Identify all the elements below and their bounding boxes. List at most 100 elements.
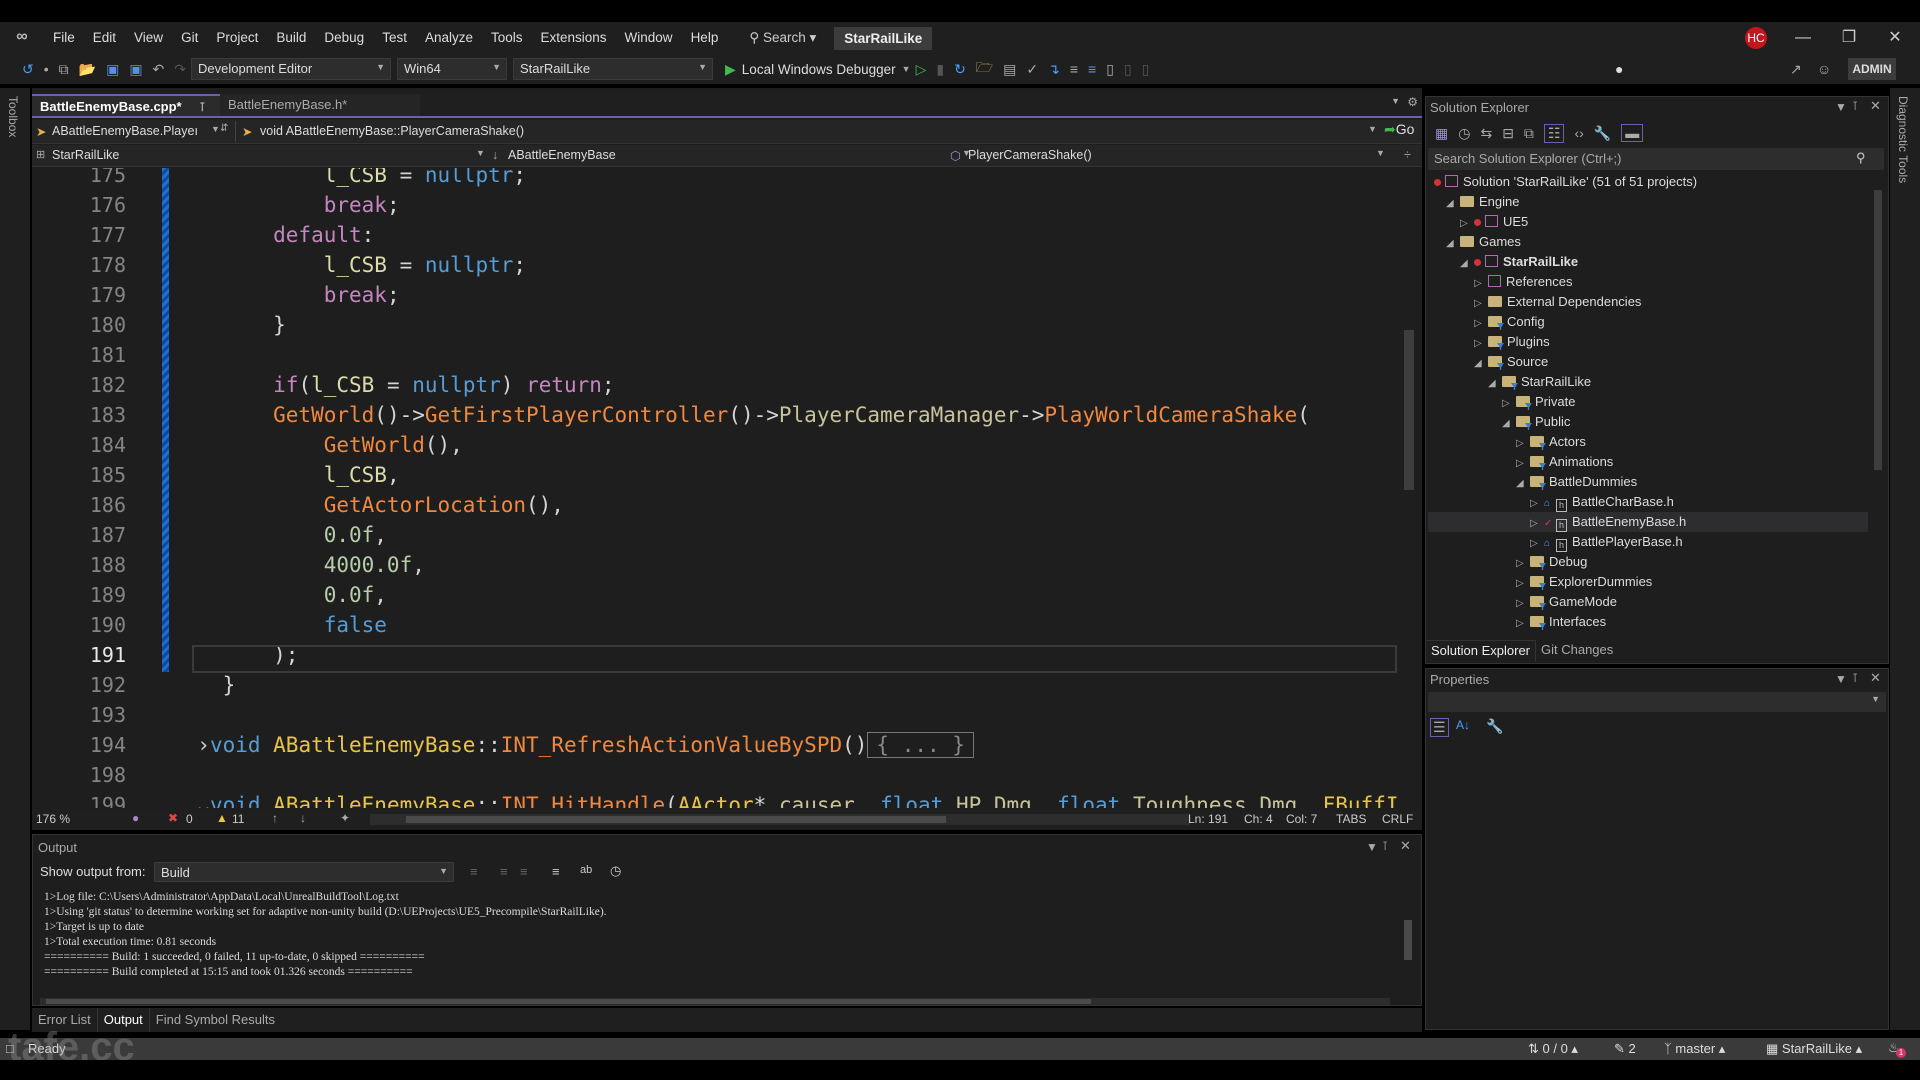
scope-dropdown[interactable]: ➤ ABattleEnemyBase.Playeı ▼ xyxy=(36,121,236,142)
code-line[interactable]: 180 } xyxy=(32,310,1402,340)
solution-folder-icon[interactable]: 🗁 xyxy=(976,57,993,81)
code-line[interactable]: 176 break; xyxy=(32,190,1402,220)
open-file-icon[interactable]: 📂 xyxy=(79,61,96,78)
close-panel-icon[interactable]: ✕ xyxy=(1870,98,1881,114)
expand-arrow-icon[interactable]: ▷ xyxy=(1530,534,1544,554)
startup-project-dropdown[interactable]: StarRailLike ▼ xyxy=(513,58,714,80)
tree-item[interactable]: ▷ Config xyxy=(1428,312,1868,332)
pin-panel-icon[interactable]: ⊺ xyxy=(1852,671,1858,685)
find-message-icon[interactable]: ≡ xyxy=(470,864,478,879)
menu-tools[interactable]: Tools xyxy=(482,22,532,54)
account-avatar[interactable]: HC xyxy=(1745,27,1767,49)
expand-arrow-icon[interactable]: ▷ xyxy=(1516,614,1530,634)
notifications-bell-icon[interactable]: ♨ 1 xyxy=(1888,1040,1906,1058)
menu-extensions[interactable]: Extensions xyxy=(532,22,616,54)
code-line[interactable]: 187 0.0f, xyxy=(32,520,1402,550)
restore-button[interactable]: ❐ xyxy=(1826,22,1872,54)
code-cleanup-icon[interactable]: ✦ xyxy=(340,811,350,825)
expand-arrow-icon[interactable]: ▷ xyxy=(1474,294,1488,314)
output-vertical-scrollbar[interactable] xyxy=(1400,890,1416,990)
previous-issue-icon[interactable]: ↑ xyxy=(272,811,278,825)
git-repository-button[interactable]: ▦ StarRailLike ▴ xyxy=(1766,1041,1862,1057)
cursor-col[interactable]: Col: 7 xyxy=(1286,812,1317,826)
error-count[interactable]: 0 xyxy=(186,812,193,826)
close-window-button[interactable]: ✕ xyxy=(1872,22,1918,54)
prev-message-icon[interactable]: ≡ xyxy=(500,864,508,879)
menu-file[interactable]: File xyxy=(44,22,84,54)
bookmark-icon[interactable]: ▯ xyxy=(1106,61,1114,78)
expand-arrow-icon[interactable]: ▷ xyxy=(1474,314,1488,334)
code-view-icon[interactable]: ‹› xyxy=(1574,125,1583,141)
clear-all-icon[interactable]: ≡ xyxy=(552,864,560,879)
code-line[interactable]: 193 xyxy=(32,700,1402,730)
categorized-icon[interactable]: ☰ xyxy=(1430,718,1449,737)
tab-solution-explorer[interactable]: Solution Explorer xyxy=(1425,640,1536,662)
output-hscroll-thumb[interactable] xyxy=(46,999,1091,1004)
word-wrap-icon[interactable]: ab xyxy=(580,864,592,876)
collapse-all-icon[interactable]: ⊟ xyxy=(1502,125,1514,142)
copilot-icon[interactable]: ● xyxy=(1615,61,1623,77)
tab-find-symbol-results[interactable]: Find Symbol Results xyxy=(150,1008,281,1032)
code-editor[interactable]: 175 l_CSB = nullptr; 176 break; 177 defaul… xyxy=(32,168,1402,808)
git-branch-button[interactable]: ᛉ master ▴ xyxy=(1664,1041,1725,1057)
line-ending-mode[interactable]: CRLF xyxy=(1382,812,1413,826)
pin-panel-icon[interactable]: ⊺ xyxy=(1852,99,1858,113)
go-button[interactable]: ➦Go xyxy=(1384,121,1414,142)
collapsed-region-button[interactable]: { ... } xyxy=(867,732,974,758)
timestamp-icon[interactable]: ◷ xyxy=(610,863,621,879)
collapse-arrow-icon[interactable]: ◢ xyxy=(1446,234,1460,254)
menu-view[interactable]: View xyxy=(125,22,172,54)
tree-item[interactable]: ▷ GameMode xyxy=(1428,592,1868,612)
comment-icon[interactable]: ≡ xyxy=(1088,61,1096,77)
panel-menu-icon[interactable]: ▼ xyxy=(1835,100,1847,114)
tree-item[interactable]: ◢ BattleDummies xyxy=(1428,472,1868,492)
tab-git-changes[interactable]: Git Changes xyxy=(1536,640,1618,662)
split-editor-icon[interactable]: ÷ xyxy=(1404,148,1411,162)
code-line[interactable]: 179 break; xyxy=(32,280,1402,310)
code-line[interactable]: 189 0.0f, xyxy=(32,580,1402,610)
search-icon[interactable]: ⚲ xyxy=(1856,150,1866,166)
solution-configuration-dropdown[interactable]: Development Editor ▼ xyxy=(191,58,392,80)
bookmark-next-icon[interactable]: ▯ xyxy=(1142,61,1150,78)
code-line[interactable]: 188 4000.0f, xyxy=(32,550,1402,580)
tree-item[interactable]: ▷ Actors xyxy=(1428,432,1868,452)
diagnostic-tools-tab[interactable]: Diagnostic Tools xyxy=(1896,96,1910,183)
sync-active-document-icon[interactable]: ⇆ xyxy=(1480,125,1492,142)
collapse-arrow-icon[interactable]: ◢ xyxy=(1460,254,1474,274)
member-dropdown[interactable]: ➤ void ABattleEnemyBase::PlayerCameraSha… xyxy=(242,121,1382,142)
output-scroll-thumb[interactable] xyxy=(1404,920,1412,960)
code-line[interactable]: 185 l_CSB, xyxy=(32,460,1402,490)
output-horizontal-scrollbar[interactable] xyxy=(40,998,1390,1005)
collapse-arrow-icon[interactable]: ◢ xyxy=(1502,414,1516,434)
show-all-files-icon[interactable]: ⧉ xyxy=(1524,125,1534,142)
code-line[interactable]: 181 xyxy=(32,340,1402,370)
next-issue-icon[interactable]: ↓ xyxy=(300,811,306,825)
navigate-back-icon[interactable]: ↺ xyxy=(22,61,34,78)
expand-arrow-icon[interactable]: ▷ xyxy=(1530,514,1544,534)
expand-arrow-icon[interactable]: ▷ xyxy=(1530,494,1544,514)
start-debugging-button[interactable]: ▶ Local Windows Debugger ▼ xyxy=(725,61,911,78)
code-line[interactable]: 182 if(l_CSB = nullptr) return; xyxy=(32,370,1402,400)
tree-item[interactable]: Solution 'StarRailLike' (51 of 51 projec… xyxy=(1428,172,1868,192)
close-panel-icon[interactable]: ✕ xyxy=(1400,838,1411,854)
cursor-char[interactable]: Ch: 4 xyxy=(1244,812,1273,826)
indentation-mode[interactable]: TABS xyxy=(1336,812,1366,826)
pending-changes-button[interactable]: ✎ 2 xyxy=(1614,1041,1636,1057)
new-item-icon[interactable]: ⧉ xyxy=(59,61,69,78)
tree-item[interactable]: ▷ References xyxy=(1428,272,1868,292)
search-button[interactable]: ⚲ Search ▾ xyxy=(739,30,826,46)
code-line[interactable]: 175 l_CSB = nullptr; xyxy=(32,168,1402,190)
collapse-arrow-icon[interactable]: ◢ xyxy=(1474,354,1488,374)
tree-item[interactable]: ▷ Plugins xyxy=(1428,332,1868,352)
expand-arrow-icon[interactable]: ▷ xyxy=(1474,274,1488,294)
collapse-arrow-icon[interactable]: ◢ xyxy=(1488,374,1502,394)
tree-item[interactable]: ▷ Animations xyxy=(1428,452,1868,472)
panel-menu-icon[interactable]: ▼ xyxy=(1366,840,1378,854)
tree-item[interactable]: ▷ ✓ h BattleEnemyBase.h xyxy=(1428,512,1868,532)
menu-debug[interactable]: Debug xyxy=(315,22,373,54)
pin-icon[interactable]: ⊺ xyxy=(199,100,205,114)
pin-panel-icon[interactable]: ⊺ xyxy=(1382,839,1388,853)
output-text[interactable]: 1>Log file: C:\Users\Administrator\AppDa… xyxy=(44,890,607,980)
expand-arrow-icon[interactable]: ▷ xyxy=(1460,214,1474,234)
code-line[interactable]: 184 GetWorld(), xyxy=(32,430,1402,460)
